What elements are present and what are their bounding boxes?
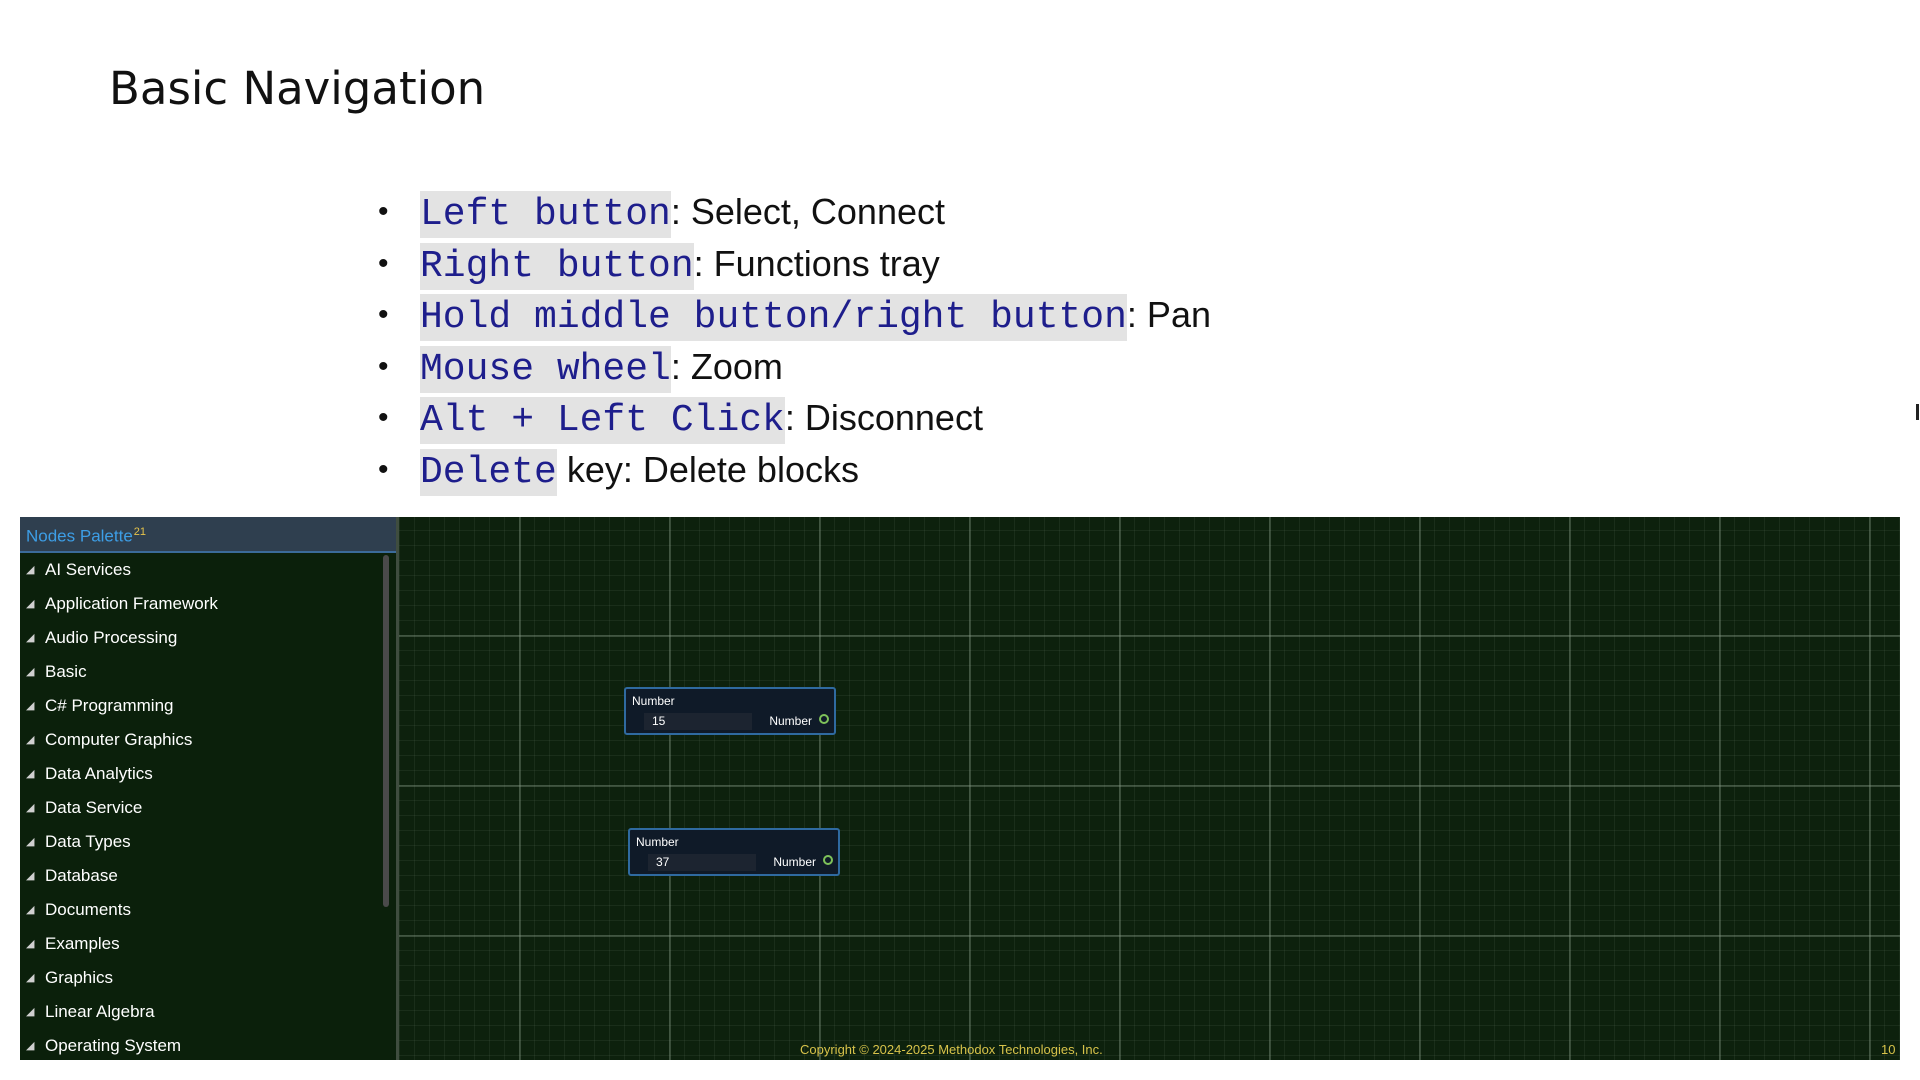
node-value-field[interactable]: 37	[648, 854, 756, 871]
palette-category[interactable]: ◢ Application Framework	[20, 587, 380, 621]
expand-triangle-icon[interactable]: ◢	[26, 723, 34, 757]
palette-category[interactable]: ◢ Examples	[20, 927, 380, 961]
nodes-palette: Nodes Palette21 ◢ AI Services ◢ Applicatio…	[20, 517, 399, 1060]
palette-category[interactable]: ◢ Data Analytics	[20, 757, 380, 791]
node-output-label: Number	[769, 714, 812, 728]
palette-title: Nodes Palette21	[26, 526, 147, 546]
bullet-dot: •	[378, 452, 389, 486]
palette-category[interactable]: ◢ Audio Processing	[20, 621, 380, 655]
expand-triangle-icon[interactable]: ◢	[26, 961, 34, 995]
bullet-text: : Select, Connect	[670, 191, 945, 232]
palette-category[interactable]: ◢ AI Services	[20, 553, 380, 587]
expand-triangle-icon[interactable]: ◢	[26, 927, 34, 961]
bullet-dot: •	[378, 401, 389, 434]
node-title: Number	[636, 835, 679, 849]
node-value-field[interactable]: 15	[644, 713, 752, 730]
copyright-notice: Copyright © 2024-2025 Methodox Technolog…	[800, 1042, 1103, 1057]
palette-count-badge: 21	[133, 526, 147, 538]
cursor-mark	[1916, 404, 1919, 420]
expand-triangle-icon[interactable]: ◢	[26, 1029, 34, 1060]
slide-title: Basic Navigation	[109, 62, 486, 115]
bullet-text: : Functions tray	[693, 242, 940, 284]
bullet-code: Mouse wheel	[420, 345, 671, 393]
palette-category[interactable]: ◢ Basic	[20, 655, 380, 689]
bullet-text: : Pan	[1126, 294, 1211, 335]
expand-triangle-icon[interactable]: ◢	[26, 689, 34, 723]
graph-canvas[interactable]: Number 15 Number Number 37 Number	[399, 517, 1900, 1060]
bullet-dot: •	[378, 195, 389, 228]
expand-triangle-icon[interactable]: ◢	[26, 553, 34, 587]
palette-category[interactable]: ◢ Data Service	[20, 791, 380, 825]
bullet-dot: •	[378, 298, 389, 331]
number-node[interactable]: Number 15 Number	[624, 687, 836, 735]
palette-scrollbar[interactable]	[383, 555, 389, 907]
palette-category[interactable]: ◢ C# Programming	[20, 689, 380, 723]
expand-triangle-icon[interactable]: ◢	[26, 655, 34, 689]
palette-category[interactable]: ◢ Documents	[20, 893, 380, 927]
bullet-text: : Disconnect	[784, 397, 983, 438]
expand-triangle-icon[interactable]: ◢	[26, 995, 34, 1029]
node-title: Number	[632, 694, 675, 708]
expand-triangle-icon[interactable]: ◢	[26, 859, 34, 893]
expand-triangle-icon[interactable]: ◢	[26, 757, 34, 791]
bullet-text: key: Delete blocks	[556, 448, 859, 490]
bullet-dot: •	[378, 349, 389, 383]
expand-triangle-icon[interactable]: ◢	[26, 621, 34, 655]
palette-category[interactable]: ◢ Operating System	[20, 1029, 380, 1060]
bullet-text: : Zoom	[670, 345, 783, 387]
app-window: Nodes Palette21 ◢ AI Services ◢ Applicatio…	[20, 517, 1900, 1060]
bullet-code: Left button	[420, 191, 671, 238]
palette-category[interactable]: ◢ Computer Graphics	[20, 723, 380, 757]
expand-triangle-icon[interactable]: ◢	[26, 587, 34, 621]
palette-header[interactable]: Nodes Palette21	[20, 517, 396, 553]
bullet-code: Delete	[420, 448, 557, 496]
output-port-icon[interactable]	[819, 714, 829, 724]
page-number: 10	[1881, 1042, 1896, 1057]
number-node[interactable]: Number 37 Number	[628, 828, 840, 876]
bullet-code: Alt + Left Click	[420, 397, 785, 444]
node-output-label: Number	[773, 855, 816, 869]
expand-triangle-icon[interactable]: ◢	[26, 791, 34, 825]
palette-category-list: ◢ AI Services ◢ Application Framework ◢ Aud…	[20, 553, 380, 1060]
bullet-dot: •	[378, 246, 389, 280]
bullet-code: Hold middle button/right button	[420, 294, 1127, 341]
bullet-code: Right button	[420, 242, 694, 290]
palette-category[interactable]: ◢ Data Types	[20, 825, 380, 859]
expand-triangle-icon[interactable]: ◢	[26, 893, 34, 927]
palette-category[interactable]: ◢ Linear Algebra	[20, 995, 380, 1029]
palette-category[interactable]: ◢ Graphics	[20, 961, 380, 995]
expand-triangle-icon[interactable]: ◢	[26, 825, 34, 859]
palette-category[interactable]: ◢ Database	[20, 859, 380, 893]
output-port-icon[interactable]	[823, 855, 833, 865]
